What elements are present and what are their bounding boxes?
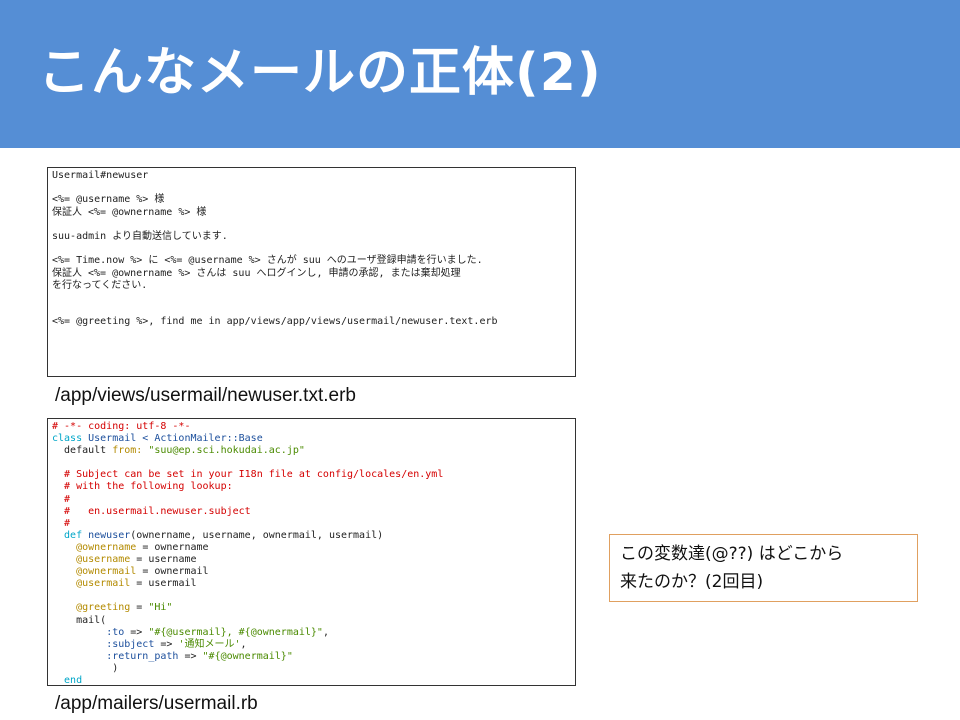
code-token: @usermail (76, 578, 131, 590)
code-line: :to => "#{@usermail}, #{@ownermail}", (52, 627, 571, 639)
code-line: Usermail#newuser (52, 170, 149, 181)
code-token: from: (112, 445, 143, 457)
code-token: => (154, 638, 179, 650)
question-note-box: この変数達(@??) はどこから 来たのか？(2回目) (609, 534, 918, 602)
code-token: class (52, 433, 89, 445)
code-line: @ownermail = ownermail (52, 566, 571, 578)
title-bar: こんなメールの正体(2) (0, 0, 960, 148)
code-token: "Hi" (148, 602, 173, 614)
code-line: # (52, 518, 571, 530)
code-token: # -*- coding: utf-8 -*- (52, 421, 191, 432)
code-line: def newuser(ownername, username, ownerma… (52, 530, 571, 542)
code-line: 保証人 <%= @ownername %> 様 (52, 206, 207, 218)
note-line-2: 来たのか？(2回目) (620, 572, 764, 592)
code-token: # Subject can be set in your I18n file a… (52, 469, 444, 481)
code-line: 保証人 <%= @ownername %> さんは suu へログインし, 申請… (52, 267, 461, 279)
code-line: class Usermail < ActionMailer::Base (52, 433, 571, 445)
code-token: # with the following lookup: (52, 481, 233, 493)
code-line: :subject => '通知メール', (52, 639, 571, 651)
code-token: => (124, 626, 149, 638)
code-token: end (52, 674, 83, 686)
code-token: newuser (88, 529, 131, 541)
code-line: # with the following lookup: (52, 481, 571, 493)
code-token: "suu@ep.sci.hokudai.ac.jp" (148, 445, 305, 457)
code-line: # en.usermail.newuser.subject (52, 506, 571, 518)
code-token: = usermail (130, 578, 197, 590)
code-token: = ownermail (136, 566, 209, 578)
code-token: = ownername (136, 541, 209, 553)
code-line: <%= @username %> 様 (52, 194, 165, 206)
code-line: suu-admin より自動送信しています. (52, 230, 228, 242)
code-token: , (322, 626, 329, 638)
code-token: :to (106, 626, 125, 638)
code-token: ) (52, 662, 119, 674)
code-token: default (52, 445, 113, 457)
code-token: Usermail < ActionMailer::Base (88, 433, 263, 445)
code-token: '通知メール' (178, 638, 241, 650)
code-line: # -*- coding: utf-8 -*- (52, 421, 571, 433)
code-token: @username (76, 554, 131, 566)
code-token: => (178, 650, 203, 662)
code-token: @greeting (76, 602, 131, 614)
code-line: mail( (52, 615, 571, 627)
code-line: <%= Time.now %> に <%= @username %> さんが s… (52, 255, 483, 267)
code-line: @username = username (52, 554, 571, 566)
mailer-file-path: /app/mailers/usermail.rb (55, 693, 258, 714)
code-token: def (52, 529, 89, 541)
code-line: @greeting = "Hi" (52, 602, 571, 614)
code-line: @ownername = ownername (52, 542, 571, 554)
code-token: # en.usermail.newuser.subject (52, 505, 251, 517)
code-token: = (130, 602, 149, 614)
template-file-path: /app/views/usermail/newuser.txt.erb (55, 385, 356, 406)
code-token: "#{@ownermail}" (202, 650, 293, 662)
code-line: :return_path => "#{@ownermail}" (52, 651, 571, 663)
code-token: @ownermail (76, 566, 137, 578)
slide-title: こんなメールの正体(2) (38, 43, 602, 103)
note-line-1: この変数達(@??) はどこから (620, 544, 844, 564)
code-line: default from: "suu@ep.sci.hokudai.ac.jp" (52, 445, 571, 457)
code-token: # (52, 517, 71, 529)
mailer-code-box: # -*- coding: utf-8 -*- class Usermail < … (47, 418, 576, 686)
code-token: "#{@usermail}, #{@ownermail}" (148, 626, 323, 638)
code-line: # (52, 494, 571, 506)
code-line: @usermail = usermail (52, 578, 571, 590)
code-token: :return_path (106, 650, 179, 662)
code-token: mail( (52, 614, 107, 626)
erb-template-code-box: Usermail#newuser <%= @username %> 様保証人 <%… (47, 167, 576, 377)
code-line: を行なってください. (52, 279, 148, 291)
code-token: :subject (106, 638, 155, 650)
code-token: @ownername (76, 541, 137, 553)
code-line: # Subject can be set in your I18n file a… (52, 469, 571, 481)
code-token: # (52, 493, 71, 505)
code-token: (ownername, username, ownermail, usermai… (130, 529, 384, 541)
code-line: ) (52, 663, 571, 675)
code-token: = username (130, 554, 197, 566)
code-line: end (52, 674, 571, 686)
code-line: <%= @greeting %>, find me in app/views/a… (52, 316, 498, 328)
code-token: , (240, 638, 247, 650)
